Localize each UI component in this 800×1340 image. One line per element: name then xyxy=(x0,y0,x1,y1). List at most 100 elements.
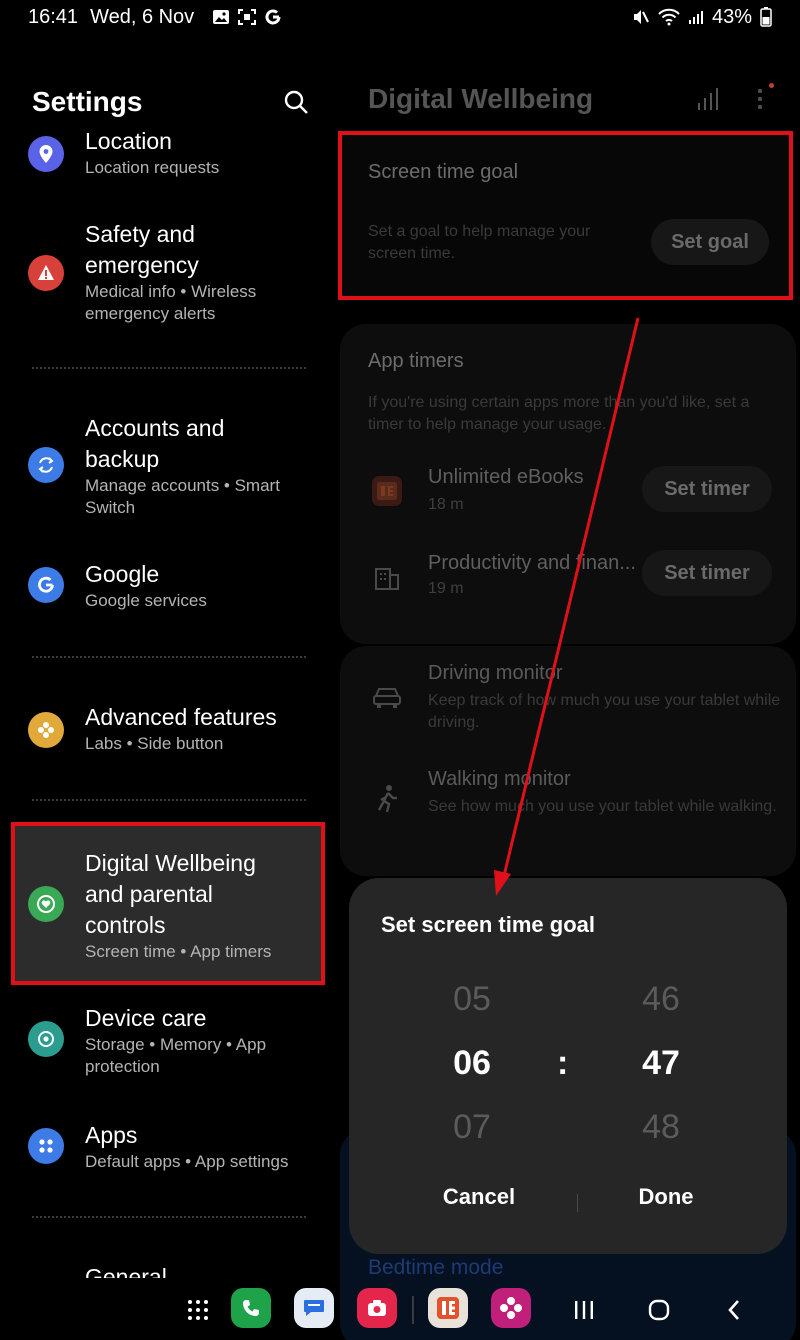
home-icon xyxy=(648,1299,670,1321)
settings-item-general[interactable]: General xyxy=(24,1262,314,1278)
settings-title: Settings xyxy=(32,86,143,117)
app-timer-name: Productivity and finan... xyxy=(428,552,636,574)
status-time: 16:41 xyxy=(28,5,79,28)
navigation-bar xyxy=(0,1280,800,1340)
bar-chart-icon xyxy=(698,88,718,110)
set-timer-button[interactable]: Set timer xyxy=(642,466,772,512)
settings-item-device-care[interactable]: Device care Storage • Memory • App prote… xyxy=(24,1003,314,1083)
settings-item-subtitle: Google services xyxy=(85,591,207,610)
search-icon xyxy=(284,90,308,114)
divider xyxy=(32,656,306,658)
battery-icon xyxy=(760,7,772,27)
cancel-button[interactable]: Cancel xyxy=(394,1184,564,1210)
app-grid-icon xyxy=(188,1300,208,1320)
battery-percent: 43% xyxy=(711,5,752,28)
settings-item-subtitle: Screen time • App timers xyxy=(85,942,272,961)
home-button[interactable] xyxy=(641,1292,677,1328)
search-button[interactable] xyxy=(280,86,312,118)
driving-monitor-row[interactable]: Driving monitor Keep track of how much y… xyxy=(340,662,796,742)
screen-time-goal-title: Screen time goal xyxy=(368,161,519,183)
status-bar: 16:41 Wed, 6 Nov 43% xyxy=(0,0,800,34)
chart-button[interactable] xyxy=(694,85,722,113)
app-timer-usage: 19 m xyxy=(428,580,464,597)
settings-item-apps[interactable]: Apps Default apps • App settings xyxy=(24,1120,314,1180)
back-button[interactable] xyxy=(716,1292,752,1328)
settings-item-subtitle: Manage accounts • Smart Switch xyxy=(85,476,280,517)
app-timer-row[interactable]: Unlimited eBooks 18 m Set timer xyxy=(340,466,796,536)
device-care-icon xyxy=(28,1021,64,1057)
set-goal-button[interactable]: Set goal xyxy=(651,219,769,265)
ebook-app-icon xyxy=(370,474,404,508)
hour-prev-value[interactable]: 05 xyxy=(422,980,522,1019)
walking-monitor-description: See how much you use your tablet while w… xyxy=(428,798,777,815)
settings-item-title: General xyxy=(85,1264,167,1278)
status-date: Wed, 6 Nov xyxy=(90,5,195,28)
settings-item-title: Device care xyxy=(85,1005,207,1031)
settings-item-location[interactable]: Location Location requests xyxy=(24,126,314,186)
bedtime-mode-label[interactable]: Bedtime mode xyxy=(368,1256,503,1280)
settings-item-subtitle: Labs • Side button xyxy=(85,734,224,753)
settings-item-subtitle: Location requests xyxy=(85,158,220,177)
settings-pane: Settings Location Location requests Safe… xyxy=(0,34,330,1274)
button-divider xyxy=(577,1194,578,1212)
minute-selected-value[interactable]: 47 xyxy=(611,1044,711,1083)
minute-next-value[interactable]: 48 xyxy=(611,1108,711,1147)
driving-monitor-title: Driving monitor xyxy=(428,662,563,684)
minute-prev-value[interactable]: 46 xyxy=(611,980,711,1019)
sync-icon xyxy=(28,447,64,483)
app-timer-usage: 18 m xyxy=(428,496,464,513)
settings-item-subtitle: Default apps • App settings xyxy=(85,1152,289,1171)
settings-header: Settings xyxy=(32,82,312,122)
more-vertical-icon xyxy=(758,89,762,109)
messages-app-icon[interactable] xyxy=(294,1288,334,1328)
settings-item-google[interactable]: Google Google services xyxy=(24,559,314,619)
wellbeing-heart-icon xyxy=(28,886,64,922)
gallery-icon xyxy=(212,9,230,25)
app-drawer-button[interactable] xyxy=(180,1290,216,1330)
hour-selected-value[interactable]: 06 xyxy=(422,1044,522,1083)
ebooks-app-icon[interactable] xyxy=(428,1288,468,1328)
walking-monitor-title: Walking monitor xyxy=(428,768,571,790)
location-icon xyxy=(28,136,64,172)
dialog-title: Set screen time goal xyxy=(381,912,595,937)
settings-item-title: Safety and emergency xyxy=(85,221,199,278)
set-screen-time-goal-dialog: Set screen time goal 05 06 07 : 46 47 48… xyxy=(349,878,787,1254)
settings-item-title: Advanced features xyxy=(85,704,277,730)
dock-divider xyxy=(412,1296,414,1324)
screen-time-goal-card[interactable]: Screen time goal Set a goal to help mana… xyxy=(338,131,793,300)
walking-monitor-row[interactable]: Walking monitor See how much you use you… xyxy=(340,768,796,848)
camera-app-icon[interactable] xyxy=(357,1288,397,1328)
app-timers-card: App timers If you're using certain apps … xyxy=(340,324,796,644)
monitors-card: Driving monitor Keep track of how much y… xyxy=(340,646,796,876)
time-separator: : xyxy=(557,1044,569,1082)
settings-item-accounts[interactable]: Accounts and backup Manage accounts • Sm… xyxy=(24,413,314,523)
settings-item-subtitle: Medical info • Wireless emergency alerts xyxy=(85,282,257,323)
divider xyxy=(32,799,306,801)
divider xyxy=(32,367,306,369)
settings-item-digital-wellbeing[interactable]: Digital Wellbeing and parental controls … xyxy=(11,822,325,985)
recent-apps-icon xyxy=(575,1301,593,1319)
gallery-app-icon[interactable] xyxy=(491,1288,531,1328)
walking-person-icon xyxy=(370,782,404,816)
app-timer-row[interactable]: Productivity and finan... 19 m Set timer xyxy=(340,550,796,620)
set-timer-button[interactable]: Set timer xyxy=(642,550,772,596)
google-icon xyxy=(28,567,64,603)
recent-apps-button[interactable] xyxy=(566,1292,602,1328)
wellbeing-header: Digital Wellbeing xyxy=(368,79,788,119)
settings-item-advanced[interactable]: Advanced features Labs • Side button xyxy=(24,702,314,762)
wifi-icon xyxy=(658,8,680,26)
settings-item-safety[interactable]: Safety and emergency Medical info • Wire… xyxy=(24,219,314,329)
screen-time-goal-description: Set a goal to help manage your screen ti… xyxy=(368,223,591,262)
hour-next-value[interactable]: 07 xyxy=(422,1108,522,1147)
settings-item-title: Google xyxy=(85,561,160,587)
wellbeing-title: Digital Wellbeing xyxy=(368,83,594,114)
notification-dot xyxy=(769,83,774,88)
settings-item-title: Accounts and backup xyxy=(85,415,225,472)
mute-icon xyxy=(632,8,650,26)
signal-icon xyxy=(688,9,704,25)
car-icon xyxy=(370,680,404,714)
done-button[interactable]: Done xyxy=(581,1184,751,1210)
phone-app-icon[interactable] xyxy=(231,1288,271,1328)
app-timers-title: App timers xyxy=(368,350,464,372)
more-options-button[interactable] xyxy=(750,83,774,113)
